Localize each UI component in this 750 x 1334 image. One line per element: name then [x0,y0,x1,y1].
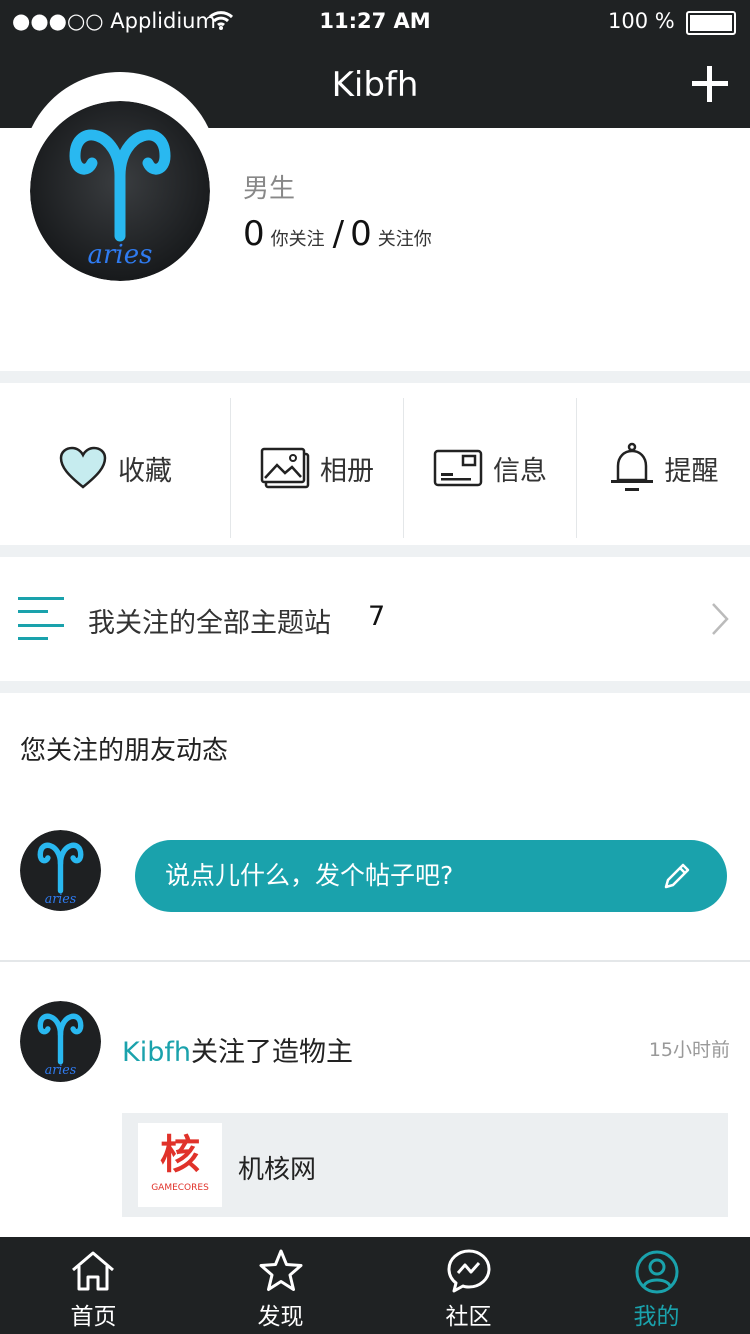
feed-item-headline: Kibfh关注了造物主 [122,1030,353,1069]
battery-icon [686,11,736,35]
menu-album[interactable]: 相册 [231,398,403,538]
community-chat-icon [447,1249,491,1293]
section-gap [0,681,750,693]
list-icon [18,597,64,640]
followers-label[interactable]: 关注你 [378,225,432,251]
tab-home[interactable]: 首页 [0,1237,187,1334]
followers-count: 0 [350,214,372,254]
avatar-text: aries [45,1062,77,1077]
aries-avatar-image: aries [20,1001,101,1082]
topics-label: 我关注的全部主题站 [88,608,331,639]
logo-char: 核 [160,1132,200,1178]
following-count: 0 [243,214,265,254]
feed-divider [0,960,750,962]
bell-icon [610,442,653,491]
chevron-right-icon [712,603,729,635]
feed-item-avatar[interactable]: aries [20,1001,101,1082]
section-gap [0,545,750,557]
menu-favorites[interactable]: 收藏 [0,398,230,538]
section-gap [0,371,750,383]
pencil-icon [664,863,690,889]
gamecores-logo: 核 GAMECORES [138,1123,222,1207]
feed-section-title: 您关注的朋友动态 [20,736,229,766]
gender-label: 男生 [243,174,296,204]
tab-community[interactable]: 社区 [375,1237,562,1334]
heart-icon [59,446,107,489]
stats-separator: / [332,214,345,254]
message-card-icon [433,449,483,487]
tab-discover[interactable]: 发现 [187,1237,374,1334]
tab-me[interactable]: 我的 [563,1237,750,1334]
follow-stats: 0 你关注 / 0 关注你 [243,214,432,258]
logo-sub: GAMECORES [151,1183,209,1193]
feed-item-user[interactable]: Kibfh [122,1037,191,1068]
following-label[interactable]: 你关注 [271,225,325,251]
menu-messages[interactable]: 信息 [404,398,576,538]
menu-favorites-label: 收藏 [118,455,172,487]
tab-home-label: 首页 [70,1304,117,1330]
menu-messages-label: 信息 [493,455,547,487]
topics-count: 7 [368,601,386,632]
home-icon [72,1251,114,1291]
feed-item-time: 15小时前 [648,1039,730,1061]
followed-topics-row[interactable]: 我关注的全部主题站 7 [0,557,750,681]
feed-card-title: 机核网 [238,1155,317,1185]
album-icon [260,447,310,489]
profile-icon [635,1250,679,1294]
composer-avatar[interactable]: aries [20,830,101,911]
tab-bar: 首页 发现 社区 我的 [0,1237,750,1334]
compose-placeholder: 说点儿什么，发个帖子吧? [165,861,454,890]
tab-me-label: 我的 [633,1304,680,1330]
aries-avatar-image: aries [20,830,101,911]
tab-discover-label: 发现 [257,1304,304,1330]
compose-post-button[interactable]: 说点儿什么，发个帖子吧? [135,840,727,912]
aries-avatar-image: aries [30,101,210,281]
feed-item-card[interactable]: 核 GAMECORES 机核网 [122,1113,728,1217]
menu-album-label: 相册 [320,455,374,487]
menu-reminders-label: 提醒 [664,455,719,487]
battery-label: 100 % [608,9,675,33]
avatar[interactable]: aries [30,101,210,281]
menu-reminders[interactable]: 提醒 [577,398,750,538]
avatar-text: aries [45,891,77,906]
tab-community-label: 社区 [445,1304,492,1330]
star-icon [259,1249,303,1291]
avatar-text: aries [88,240,153,270]
add-icon[interactable] [690,64,730,104]
feed-item-action: 关注了造物主 [190,1037,353,1068]
